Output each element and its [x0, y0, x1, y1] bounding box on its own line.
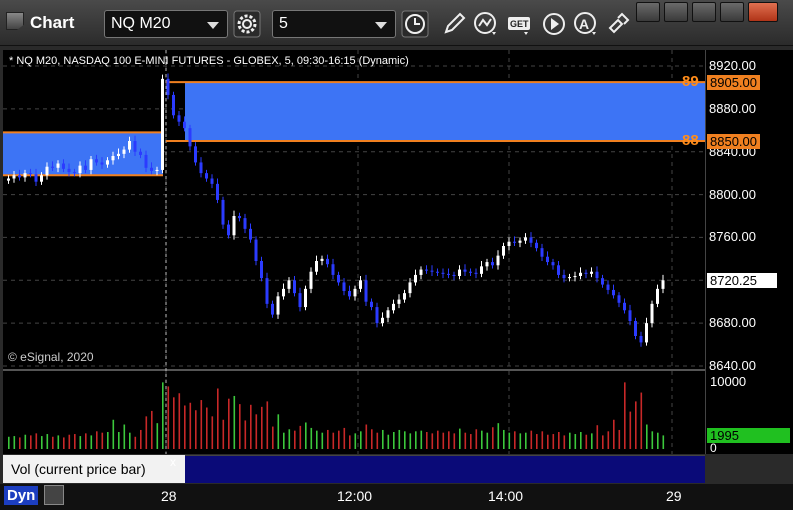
- chart-app-icon: [6, 12, 24, 30]
- lock-icon[interactable]: [44, 485, 64, 505]
- price-axis-tick: 8920.00: [709, 58, 756, 73]
- settings-icon[interactable]: [233, 10, 261, 38]
- price-chart[interactable]: [3, 50, 705, 369]
- x-tick-label: 28: [161, 488, 177, 504]
- symbol-value[interactable]: NQ M20: [111, 15, 171, 32]
- x-tick-label: 29: [666, 488, 682, 504]
- svg-text:A: A: [579, 16, 589, 32]
- app-title: Chart: [30, 13, 75, 32]
- x-tick-label: 14:00: [488, 488, 524, 504]
- price-axis-tick: 8880.00: [709, 100, 756, 116]
- level-low-price-tag: 8850.00: [707, 134, 760, 149]
- get-data-icon[interactable]: GET: [506, 10, 534, 38]
- price-axis-tick: 8800.00: [709, 186, 756, 202]
- volume-study-label[interactable]: Vol (current price bar): [3, 455, 185, 483]
- x-tick-label: 12:00: [337, 488, 373, 504]
- level-high-price-tag: 8905.00: [707, 75, 760, 90]
- chevron-down-icon[interactable]: [375, 22, 387, 29]
- interval-combo[interactable]: 5: [272, 10, 396, 38]
- svg-text:GET: GET: [510, 19, 529, 29]
- interval-value[interactable]: 5: [279, 15, 288, 32]
- price-axis-tick: 8640.00: [709, 358, 756, 373]
- last-price-tag: 8720.25: [707, 273, 777, 288]
- minimize-button[interactable]: [692, 2, 716, 22]
- study-icon[interactable]: [472, 10, 500, 38]
- maximize-button[interactable]: [720, 2, 744, 22]
- symbol-combo[interactable]: NQ M20: [104, 10, 228, 38]
- link-icon[interactable]: [604, 10, 632, 38]
- volume-axis-tick: 10000: [710, 374, 747, 389]
- chart-title: * NQ M20, NASDAQ 100 E-MINI FUTURES - GL…: [9, 55, 409, 67]
- volume-axis-tick: 0: [710, 441, 717, 455]
- close-study-icon[interactable]: x: [170, 455, 176, 469]
- price-axis-tick: 8680.00: [709, 315, 756, 331]
- restore-button[interactable]: [664, 2, 688, 22]
- level-low-label: 88: [682, 132, 699, 149]
- copyright-label: © eSignal, 2020: [8, 350, 94, 364]
- alert-icon[interactable]: A: [572, 10, 600, 38]
- play-icon[interactable]: [540, 10, 568, 38]
- volume-last-tag: 1995: [707, 428, 790, 443]
- close-button[interactable]: [748, 2, 778, 22]
- level-high-label: 89: [682, 73, 699, 90]
- dynamic-mode-button[interactable]: Dyn: [4, 486, 39, 505]
- window-menu-button[interactable]: [636, 2, 660, 22]
- clock-icon[interactable]: [401, 10, 429, 38]
- volume-chart[interactable]: [3, 371, 705, 454]
- chevron-down-icon[interactable]: [207, 22, 219, 29]
- toolbar: Chart NQ M20 5 GET A: [0, 0, 793, 46]
- pencil-icon[interactable]: [440, 10, 468, 38]
- price-axis-tick: 8760.00: [709, 229, 756, 245]
